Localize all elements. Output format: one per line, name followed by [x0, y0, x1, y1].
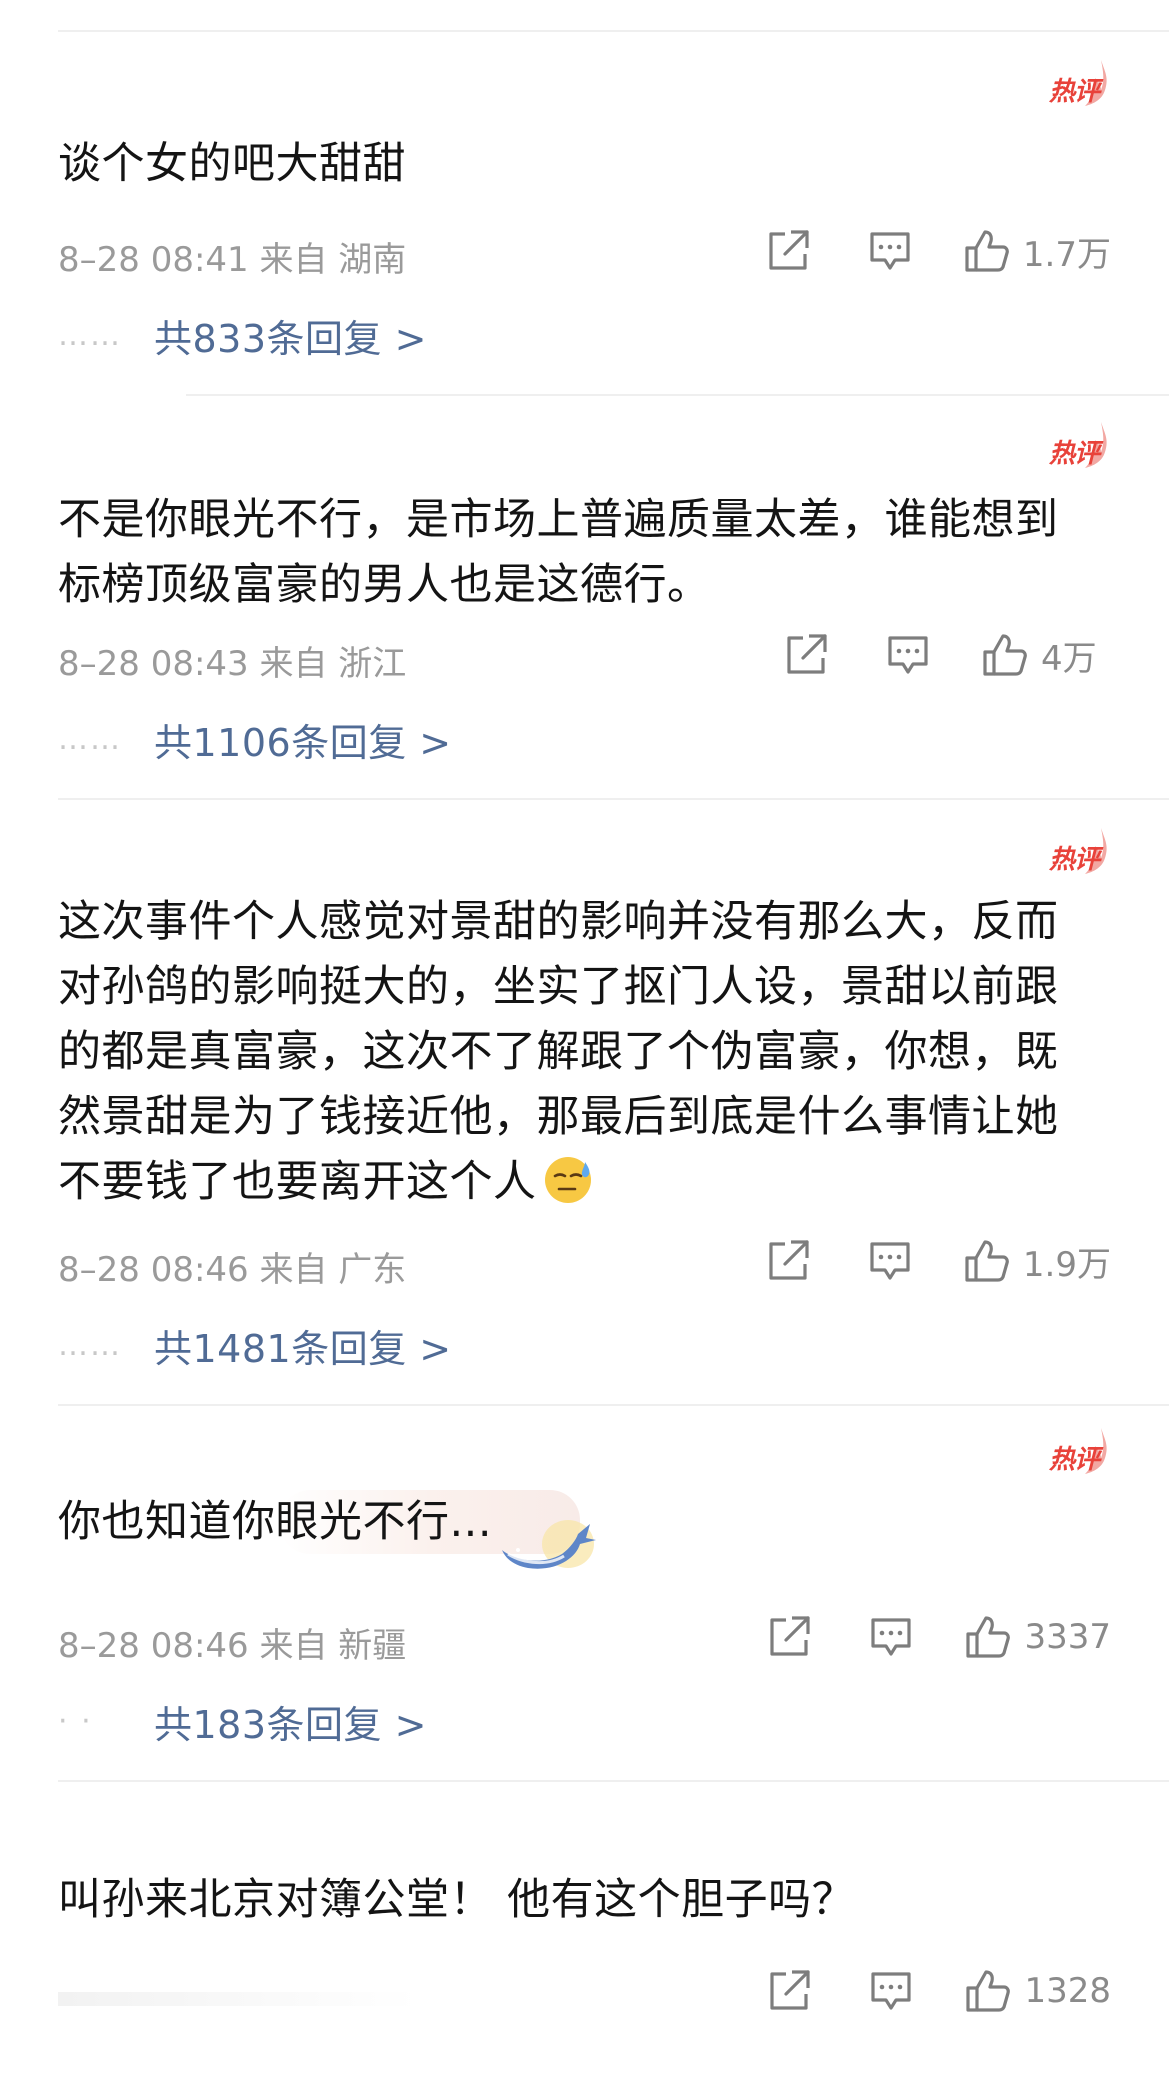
comment-time-location: 8–28 08:46 来自 新疆	[58, 1626, 407, 1666]
share-icon	[787, 634, 827, 674]
comment-time-location: 8–28 08:41 来自 湖南	[58, 240, 407, 280]
hot-badge-label: 热评	[1049, 845, 1100, 875]
hot-badge-label: 热评	[1049, 439, 1100, 469]
like-count: 1328	[1024, 1971, 1111, 2011]
comment-text: 叫孙来北京对簿公堂！ 他有这个胆子吗？	[58, 1868, 1098, 1933]
comment-meta: 8–28 08:46 来自 广东 1.9万	[58, 1236, 1111, 1290]
reply-indicator: ……	[58, 1327, 122, 1363]
comment-line: 然景甜是为了钱接近他，那最后到底是什么事情让她	[58, 1092, 1059, 1142]
comment-list: 热评 谈个女的吧大甜甜 8–28 08:41 来自 湖南 1.7万 …… 共83…	[0, 0, 1169, 2080]
comment-line: 对孙鸽的影响挺大的，坐实了抠门人设，景甜以前跟	[58, 962, 1059, 1012]
divider	[186, 394, 1169, 396]
comment-button[interactable]	[866, 1966, 916, 2016]
comment-time-location: 8–28 08:43 来自 浙江	[58, 644, 407, 684]
sweat-smile-emoji	[544, 1157, 591, 1203]
comment-actions: 4万	[781, 630, 1111, 680]
divider	[58, 30, 1169, 32]
comment-line: 的都是真富豪，这次不了解跟了个伪富豪，你想，既	[58, 1027, 1059, 1077]
reply-summary[interactable]: …… 共833条回复 >	[58, 308, 427, 363]
like-button[interactable]: 3337	[964, 1614, 1111, 1660]
like-button[interactable]: 1328	[964, 1968, 1111, 2014]
comment-line: 标榜顶级富豪的男人也是这德行。	[58, 560, 711, 610]
like-button[interactable]: 1.9万	[963, 1237, 1111, 1286]
hot-badge-label: 热评	[1049, 1445, 1100, 1475]
comment-button[interactable]	[883, 630, 933, 680]
comment-icon	[871, 1618, 912, 1656]
comment-line: 不是你眼光不行，是市场上普遍质量太差，谁能想到	[58, 495, 1059, 545]
thumbs-up-icon	[965, 1240, 1009, 1282]
hot-comment-badge: 热评	[1047, 420, 1111, 474]
comment-button[interactable]	[865, 1236, 915, 1286]
reply-indicator: ……	[58, 721, 122, 757]
divider	[58, 798, 1169, 800]
comment-meta: 8–28 08:41 来自 湖南 1.7万	[58, 226, 1111, 280]
comment-actions: 3337	[764, 1612, 1111, 1662]
view-replies-link[interactable]: 共833条回复 >	[154, 308, 427, 363]
hot-comment-badge: 热评	[1047, 826, 1111, 880]
reply-summary[interactable]: …… 共1481条回复 >	[58, 1318, 452, 1373]
comment-actions: 1.9万	[763, 1236, 1111, 1286]
reply-summary[interactable]: …… 共1106条回复 >	[58, 712, 452, 767]
reply-summary[interactable]: · · 共183条回复 >	[58, 1694, 427, 1749]
comment-line: 不要钱了也要离开这个人	[58, 1157, 537, 1207]
thumbs-up-icon	[966, 1616, 1011, 1658]
comment-actions: 1328	[764, 1966, 1111, 2016]
divider	[58, 1404, 1169, 1406]
like-count: 3337	[1024, 1617, 1111, 1657]
like-button[interactable]: 4万	[981, 631, 1111, 680]
comment-icon	[870, 1242, 910, 1280]
share-icon	[770, 1616, 811, 1656]
comment-icon	[871, 1972, 912, 2010]
reply-indicator: · ·	[58, 1703, 93, 1739]
like-count: 1.7万	[1022, 234, 1111, 275]
thumbs-up-icon	[966, 1970, 1011, 2012]
share-icon	[770, 1970, 811, 2010]
divider	[58, 1780, 1169, 1782]
like-count: 4万	[1041, 638, 1097, 679]
comment-line: 谈个女的吧大甜甜	[58, 139, 406, 189]
comment-actions: 1.7万	[763, 226, 1111, 276]
comment-text: 谈个女的吧大甜甜	[58, 132, 1098, 197]
share-button[interactable]	[781, 630, 831, 680]
thumbs-up-icon	[983, 634, 1027, 676]
like-button[interactable]: 1.7万	[963, 227, 1111, 276]
share-icon	[769, 1240, 809, 1280]
comment-meta: 8–28 08:46 来自 新疆 3337	[58, 1612, 1111, 1666]
comment-icon	[870, 232, 910, 270]
share-button[interactable]	[764, 1612, 814, 1662]
comment-line: 这次事件个人感觉对景甜的影响并没有那么大，反而	[58, 897, 1059, 947]
whale-icon	[502, 1520, 596, 1569]
comment-icon	[888, 636, 928, 674]
like-count: 1.9万	[1022, 1244, 1111, 1285]
hot-comment-badge: 热评	[1047, 58, 1111, 112]
view-replies-link[interactable]: 共183条回复 >	[154, 1694, 427, 1749]
hot-comment-badge: 热评	[1047, 1426, 1111, 1480]
hot-badge-label: 热评	[1049, 77, 1100, 107]
share-icon	[769, 230, 809, 270]
comment-button[interactable]	[866, 1612, 916, 1662]
view-replies-link[interactable]: 共1106条回复 >	[154, 712, 452, 767]
view-replies-link[interactable]: 共1481条回复 >	[154, 1318, 452, 1373]
comment-line: 叫孙来北京对簿公堂！ 他有这个胆子吗？	[58, 1875, 856, 1925]
share-button[interactable]	[763, 1236, 813, 1286]
share-button[interactable]	[763, 226, 813, 276]
share-button[interactable]	[764, 1966, 814, 2016]
comment-line-with-emoji: 不要钱了也要离开这个人	[58, 1150, 1098, 1215]
comment-meta: 1328	[58, 1966, 1111, 2016]
thumbs-up-icon	[965, 230, 1009, 272]
comment-text: 不是你眼光不行，是市场上普遍质量太差，谁能想到 标榜顶级富豪的男人也是这德行。	[58, 488, 1098, 618]
comment-meta: 8–28 08:43 来自 浙江 4万	[58, 630, 1111, 684]
comment-button[interactable]	[865, 226, 915, 276]
comment-text: 这次事件个人感觉对景甜的影响并没有那么大，反而 对孙鸽的影响挺大的，坐实了抠门人…	[58, 890, 1098, 1215]
reply-indicator: ……	[58, 317, 122, 353]
comment-time-location: 8–28 08:46 来自 广东	[58, 1250, 407, 1290]
